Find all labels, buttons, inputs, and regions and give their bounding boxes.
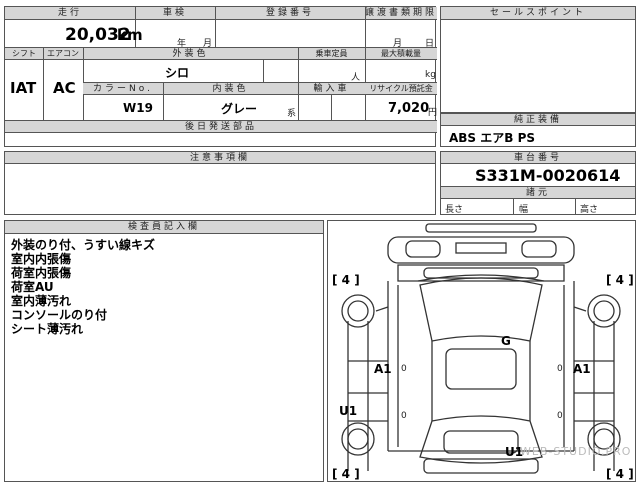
header-genuine-equipment: 純正装備	[441, 114, 635, 126]
genuine-equipment-box: 純正装備 ABS エアB PS	[440, 113, 636, 147]
header-notes: 注意事項欄	[5, 152, 435, 164]
car-damage-diagram: [ 4 ] [ 4 ] [ 4 ] [ 4 ] G A1 A1 U1 U1 0 …	[327, 220, 636, 482]
damage-mark-left-door: A1	[374, 362, 392, 376]
header-max-load: 最大積載量	[365, 48, 437, 60]
recycle-unit: 円	[428, 108, 438, 118]
header-recycle: リサイクル預託金	[365, 83, 437, 95]
color-no-value: W19	[123, 101, 153, 115]
zero-mark: 0	[557, 411, 563, 421]
chassis-box: 車台番号 S331M-0020614 諸元 長さ 幅 高さ	[440, 151, 636, 215]
zero-mark: 0	[557, 364, 563, 374]
zero-mark: 0	[401, 411, 407, 421]
header-registration: 登録番号	[215, 7, 365, 20]
tire-mark-front-left: [ 4 ]	[332, 273, 360, 287]
sales-point-box: セールスポイント	[440, 6, 636, 113]
header-aircon: エアコン	[43, 48, 83, 60]
interior-color-suffix: 系	[287, 109, 297, 119]
watermark: WEB-STUDIO.PRO	[520, 445, 632, 458]
distance-unit: km	[117, 26, 143, 44]
header-sales-point: セールスポイント	[441, 7, 635, 20]
tire-mark-front-right: [ 4 ]	[606, 273, 634, 287]
damage-mark-right-door: A1	[573, 362, 591, 376]
header-transfer-deadline: 譲渡書類期限	[365, 7, 438, 20]
damage-mark-left-rear: U1	[339, 404, 358, 418]
exterior-color-value: シロ	[165, 66, 190, 80]
tire-mark-rear-left: [ 4 ]	[332, 467, 360, 481]
vehicle-info-table: 走行 車検 登録番号 譲渡書類期限 20,032 km 年 月 月 日 シフト …	[4, 6, 438, 147]
interior-color-value: グレー	[221, 102, 258, 116]
inspector-note-line: シート薄汚れ	[11, 322, 84, 336]
shift-value: IAT	[10, 79, 37, 97]
recycle-value: 7,020	[388, 101, 430, 116]
header-inspection: 車検	[135, 7, 215, 20]
header-inspector: 検査員記入欄	[5, 221, 323, 234]
genuine-equipment-value: ABS エアB PS	[449, 131, 536, 145]
header-dimensions: 諸元	[441, 187, 635, 199]
zero-mark: 0	[401, 364, 407, 374]
header-import: 輸入車	[298, 83, 365, 95]
header-chassis-no: 車台番号	[441, 152, 635, 164]
load-unit: kg	[425, 70, 436, 80]
damage-mark-roof: G	[501, 334, 511, 348]
header-capacity: 乗車定員	[298, 48, 365, 60]
inspector-notes-box: 検査員記入欄 外装のり付、うすい線キズ 室内内張傷 荷室内張傷 荷室AU 室内薄…	[4, 220, 324, 482]
header-later-parts: 後日発送部品	[5, 121, 437, 133]
header-color-no: カラーNo.	[83, 83, 163, 95]
notes-box: 注意事項欄	[4, 151, 436, 215]
aircon-value: AC	[53, 79, 76, 97]
header-shift: シフト	[5, 48, 43, 60]
header-distance: 走行	[5, 7, 135, 20]
dim-width-label: 幅	[519, 205, 529, 215]
tire-mark-rear-right: [ 4 ]	[606, 467, 634, 481]
dim-length-label: 長さ	[445, 205, 464, 215]
dim-height-label: 高さ	[580, 205, 599, 215]
chassis-no-value: S331M-0020614	[475, 166, 621, 185]
header-exterior-color: 外装色	[83, 48, 298, 60]
header-interior-color: 内装色	[163, 83, 298, 95]
car-outline-drawing	[341, 223, 621, 474]
